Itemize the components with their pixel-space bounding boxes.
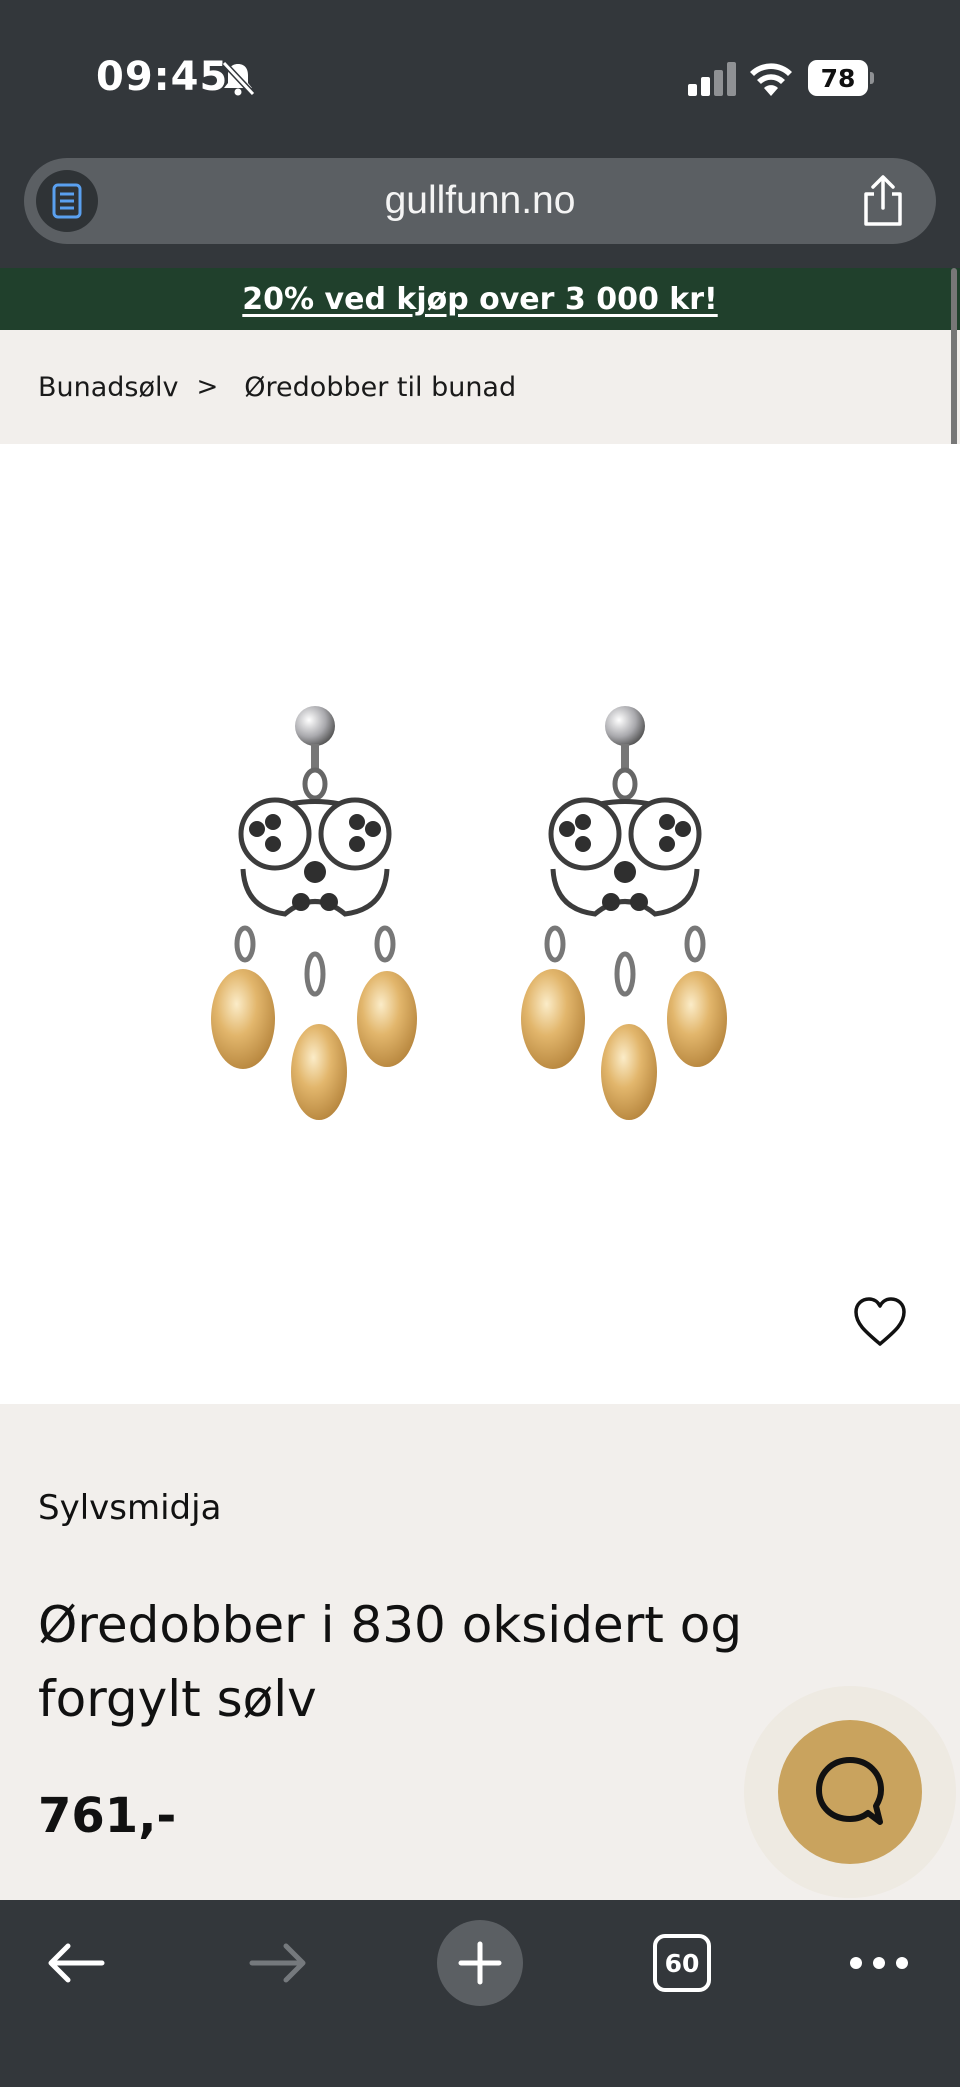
- status-time: 09:45: [96, 54, 229, 100]
- more-icon: [850, 1957, 908, 1969]
- product-info: Sylvsmidja Øredobber i 830 oksidert og f…: [0, 1404, 960, 1900]
- forward-button[interactable]: [238, 1918, 318, 2008]
- wifi-icon: [750, 63, 792, 96]
- chat-bubble-icon: [816, 1757, 884, 1825]
- cellular-signal-icon: [688, 62, 736, 96]
- heart-icon[interactable]: [852, 1296, 908, 1348]
- chat-button[interactable]: [778, 1720, 922, 1864]
- tabs-button[interactable]: 60: [644, 1918, 720, 2008]
- battery-level: 78: [808, 60, 868, 96]
- browser-top-chrome: 09:45 78 gullfunn.no: [0, 0, 960, 268]
- reader-icon: [52, 183, 82, 219]
- battery-indicator: 78: [808, 60, 874, 96]
- arrow-left-icon: [48, 1943, 105, 1983]
- share-icon[interactable]: [858, 174, 908, 228]
- address-bar[interactable]: gullfunn.no: [24, 158, 936, 244]
- arrow-right-icon: [249, 1943, 306, 1983]
- earrings-image: [190, 704, 770, 1154]
- breadcrumb-item-bunadsolv[interactable]: Bunadsølv: [38, 372, 179, 403]
- breadcrumb-separator: >: [196, 372, 219, 402]
- back-button[interactable]: [36, 1918, 116, 2008]
- promo-banner: 20% ved kjøp over 3 000 kr!: [0, 268, 960, 330]
- url-text[interactable]: gullfunn.no: [24, 158, 936, 244]
- promo-link[interactable]: 20% ved kjøp over 3 000 kr!: [242, 282, 717, 317]
- bell-slash-icon: [221, 60, 256, 97]
- product-title: Øredobber i 830 oksidert og forgylt sølv: [38, 1596, 743, 1728]
- more-button[interactable]: [834, 1918, 924, 2008]
- tab-count: 60: [653, 1934, 711, 1992]
- breadcrumb: Bunadsølv > Øredobber til bunad: [0, 330, 960, 444]
- product-price: 761,-: [38, 1788, 177, 1844]
- product-image[interactable]: [0, 444, 960, 1404]
- breadcrumb-item-oredobber[interactable]: Øredobber til bunad: [244, 372, 516, 403]
- browser-toolbar: 60: [0, 1900, 960, 2087]
- new-tab-circle: [437, 1920, 523, 2006]
- plus-icon: [458, 1941, 502, 1985]
- reader-button[interactable]: [36, 170, 98, 232]
- product-brand[interactable]: Sylvsmidja: [38, 1488, 221, 1528]
- battery-tip: [870, 72, 874, 84]
- new-tab-button[interactable]: [436, 1918, 524, 2008]
